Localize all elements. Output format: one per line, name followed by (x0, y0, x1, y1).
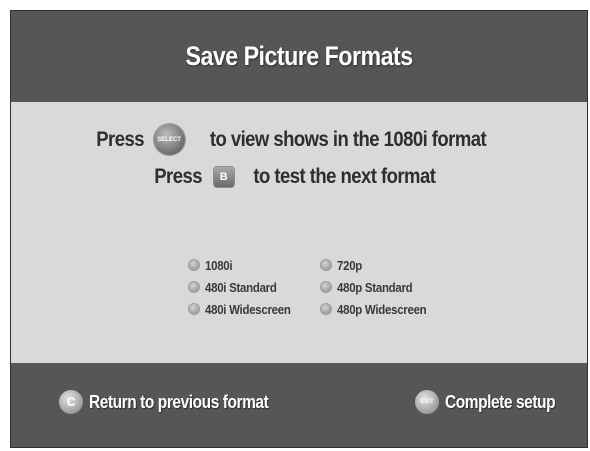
format-label: 1080i (205, 257, 233, 273)
instruction-text: to test the next format (253, 165, 436, 188)
format-label: 720p (337, 257, 363, 273)
header-bar: Save Picture Formats (11, 11, 587, 102)
format-label: 480i Standard (205, 279, 277, 295)
return-previous-button[interactable]: C Return to previous format (59, 390, 298, 414)
format-option-480i-widescreen[interactable]: 480i Widescreen (189, 298, 302, 320)
format-option-480p-widescreen[interactable]: 480p Widescreen (321, 298, 439, 320)
format-label: 480p Standard (337, 279, 413, 295)
radio-icon (189, 304, 199, 314)
format-option-720p[interactable]: 720p (321, 254, 439, 276)
press-label: Press (96, 127, 145, 151)
instruction-next: Press B to test the next format (11, 165, 587, 189)
select-button-icon: SELECT (153, 124, 185, 155)
instruction-select: Press SELECT to view shows in the 1080i … (11, 124, 587, 155)
format-options-right: 720p 480p Standard 480p Widescreen (321, 254, 439, 320)
return-previous-label: Return to previous format (89, 391, 269, 412)
radio-icon (321, 282, 331, 292)
radio-icon (189, 260, 199, 270)
c-button-icon: C (59, 390, 83, 414)
format-label: 480i Widescreen (205, 301, 291, 317)
content-panel: Press SELECT to view shows in the 1080i … (11, 102, 587, 363)
format-options-left: 1080i 480i Standard 480i Widescreen (189, 254, 302, 320)
footer-bar: C Return to previous format EXIT Complet… (11, 363, 587, 449)
complete-setup-label: Complete setup (445, 391, 556, 412)
format-option-1080i[interactable]: 1080i (189, 254, 302, 276)
radio-icon (321, 304, 331, 314)
page-title: Save Picture Formats (185, 41, 413, 71)
radio-icon (189, 282, 199, 292)
b-button-icon: B (213, 167, 234, 187)
format-option-480p-standard[interactable]: 480p Standard (321, 276, 439, 298)
exit-button-icon: EXIT (415, 390, 439, 414)
instruction-text: to view shows in the 1080i format (209, 127, 486, 151)
format-label: 480p Widescreen (337, 301, 427, 317)
format-option-480i-standard[interactable]: 480i Standard (189, 276, 302, 298)
radio-icon (321, 260, 331, 270)
setup-screen: Save Picture Formats Press SELECT to vie… (10, 10, 588, 448)
press-label: Press (153, 165, 202, 188)
complete-setup-button[interactable]: EXIT Complete setup (415, 390, 573, 414)
